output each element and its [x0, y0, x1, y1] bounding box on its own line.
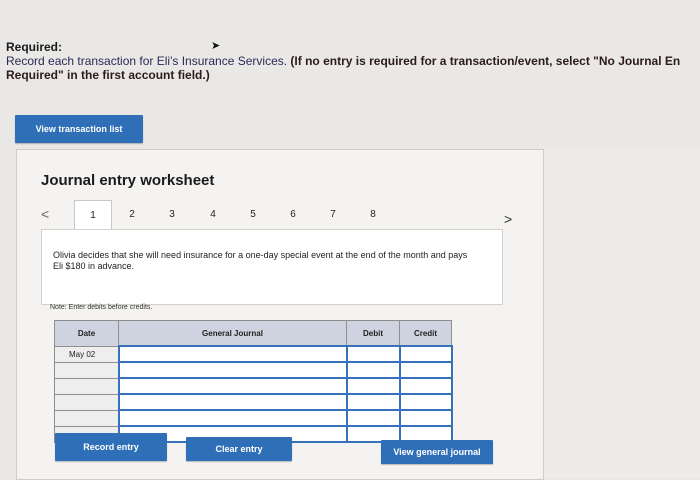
tab-transaction-2[interactable]: 2 [114, 200, 150, 228]
table-row [54, 361, 453, 379]
view-general-journal-button[interactable]: View general journal [381, 440, 493, 464]
debit-input[interactable] [345, 361, 401, 379]
background-strip [542, 149, 700, 478]
mouse-cursor-icon: ➤ [211, 40, 221, 52]
date-cell [54, 377, 119, 395]
debit-input[interactable] [345, 393, 401, 411]
clear-entry-button[interactable]: Clear entry [186, 437, 292, 461]
tab-transaction-1[interactable]: 1 [74, 200, 112, 230]
worksheet-title: Journal entry worksheet [41, 172, 215, 189]
record-entry-button[interactable]: Record entry [55, 433, 167, 461]
date-cell [54, 393, 119, 411]
journal-entry-worksheet: Journal entry worksheet < > 1 2 3 4 5 6 … [16, 149, 544, 480]
account-input[interactable] [117, 345, 348, 363]
credit-input[interactable] [398, 345, 453, 363]
table-row [54, 377, 453, 395]
credit-input[interactable] [398, 377, 453, 395]
instructions: Required: Record each transaction for El… [6, 40, 700, 82]
required-line-2: Required" in the first account field.) [6, 68, 210, 82]
date-cell [54, 361, 119, 379]
table-row: May 02 [54, 345, 453, 363]
required-text: Record each transaction for Eli's Insura… [6, 54, 291, 68]
table-header-row: Date General Journal Debit Credit [54, 320, 452, 347]
tab-transaction-7[interactable]: 7 [315, 200, 351, 228]
account-input[interactable] [117, 393, 348, 411]
account-input[interactable] [117, 409, 348, 427]
account-input[interactable] [117, 377, 348, 395]
transaction-description: Olivia decides that she will need insura… [53, 250, 468, 271]
date-cell [54, 409, 119, 427]
tab-transaction-5[interactable]: 5 [235, 200, 271, 228]
tab-transaction-6[interactable]: 6 [275, 200, 311, 228]
tab-transaction-8[interactable]: 8 [355, 200, 391, 228]
credit-input[interactable] [398, 393, 453, 411]
table-row [54, 393, 453, 411]
entry-note: Note: Enter debits before credits. [50, 304, 153, 311]
date-cell: May 02 [54, 345, 119, 363]
debit-input[interactable] [345, 409, 401, 427]
debit-input[interactable] [345, 345, 401, 363]
general-journal-column-header: General Journal [118, 320, 347, 347]
required-note: (If no entry is required for a transacti… [290, 54, 681, 68]
credit-input[interactable] [398, 409, 453, 427]
account-input[interactable] [117, 361, 348, 379]
credit-column-header: Credit [399, 320, 452, 347]
next-transaction-icon[interactable]: > [504, 211, 512, 227]
journal-table: Date General Journal Debit Credit May 02 [54, 320, 453, 443]
transaction-description-box: Olivia decides that she will need insura… [41, 229, 503, 305]
required-heading: Required: [6, 40, 63, 54]
debit-input[interactable] [345, 377, 401, 395]
view-transaction-list-button[interactable]: View transaction list [15, 115, 143, 143]
required-line-1: Record each transaction for Eli's Insura… [6, 54, 700, 68]
debit-column-header: Debit [346, 320, 400, 347]
prev-transaction-icon[interactable]: < [41, 206, 49, 222]
credit-input[interactable] [398, 361, 453, 379]
tab-transaction-3[interactable]: 3 [154, 200, 190, 228]
date-column-header: Date [54, 320, 119, 347]
table-row [54, 409, 453, 427]
tab-transaction-4[interactable]: 4 [195, 200, 231, 228]
